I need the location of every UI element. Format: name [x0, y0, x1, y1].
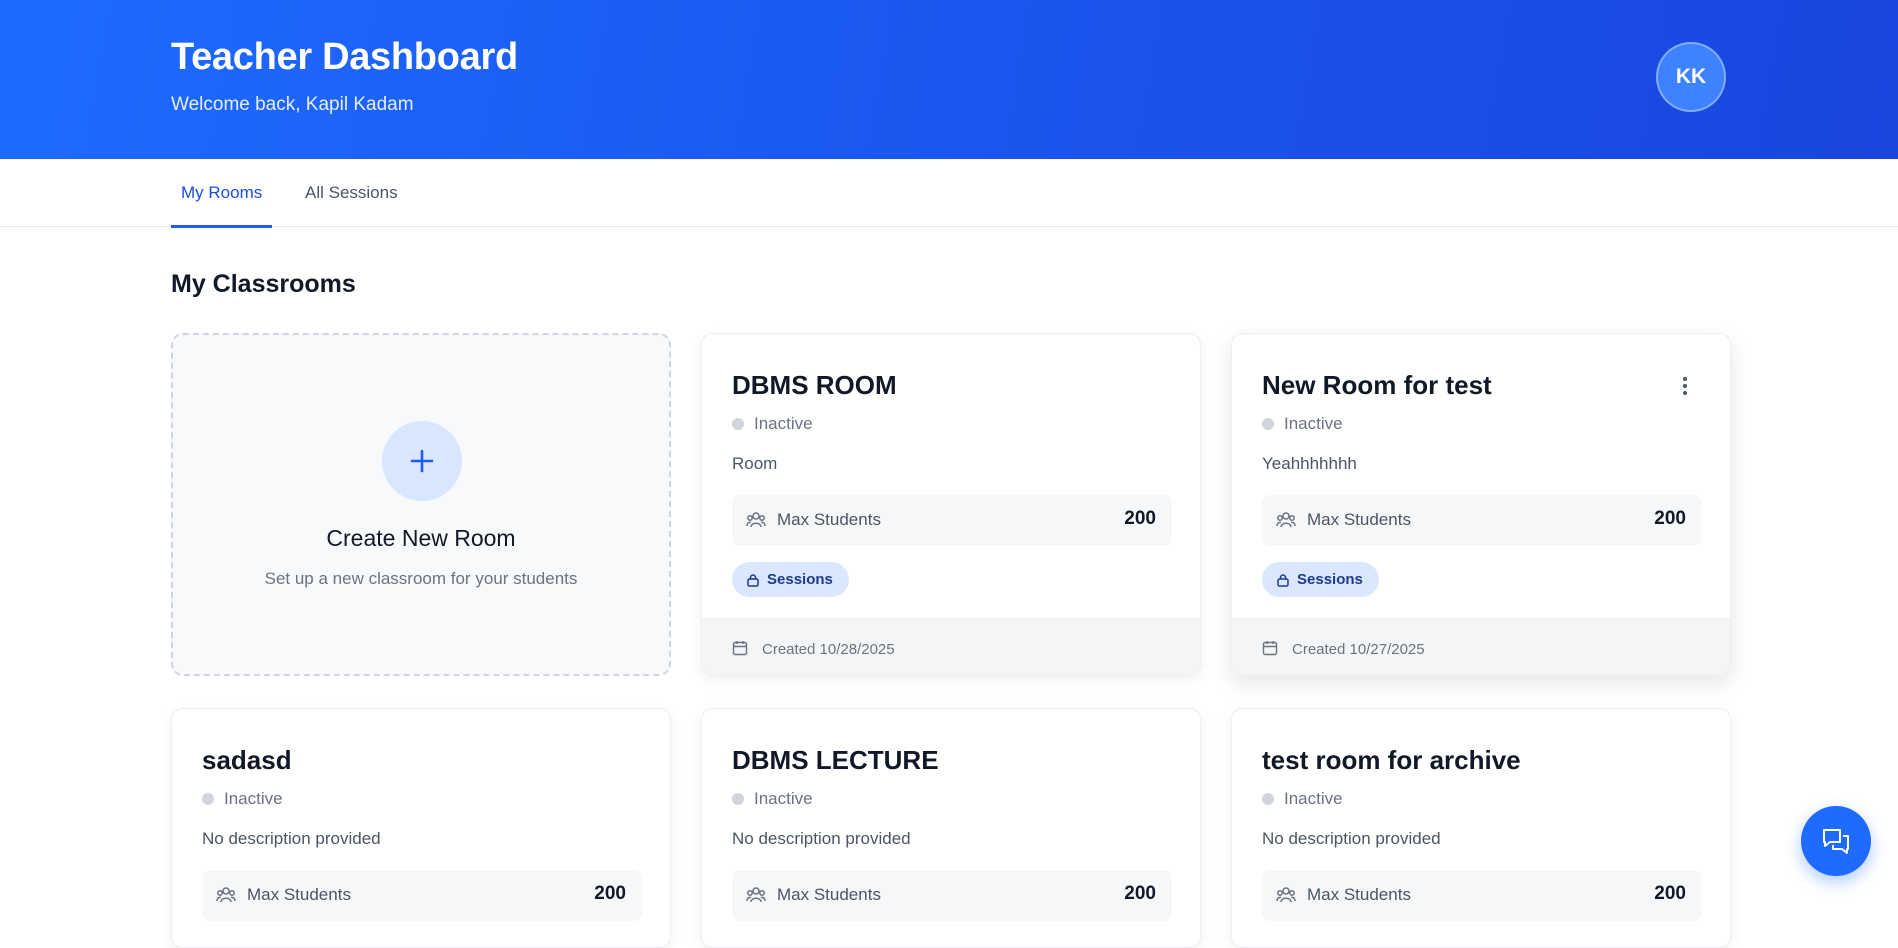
room-status: Inactive	[202, 789, 283, 809]
stat-value: 200	[1124, 508, 1156, 529]
status-dot	[732, 418, 744, 430]
sessions-tag-label: Sessions	[1297, 571, 1363, 588]
card-footer: Created 10/27/2025	[1232, 618, 1730, 675]
create-room-title: Create New Room	[326, 525, 516, 551]
max-students-stat: Max Students 200	[1262, 495, 1702, 546]
created-date: Created 10/28/2025	[762, 641, 895, 658]
calendar-icon	[1262, 640, 1278, 661]
room-card[interactable]: test room for archive Inactive No descri…	[1231, 708, 1731, 948]
room-description: Yeahhhhhhh	[1262, 454, 1357, 473]
stat-value: 200	[1654, 883, 1686, 904]
lock-icon	[747, 573, 759, 587]
sessions-tag[interactable]: Sessions	[1262, 562, 1379, 597]
stat-label: Max Students	[1307, 510, 1411, 529]
avatar[interactable]: KK	[1656, 42, 1726, 112]
users-icon	[1276, 511, 1296, 534]
room-description: No description provided	[1262, 829, 1441, 848]
status-dot	[1262, 793, 1274, 805]
status-label: Inactive	[754, 789, 813, 808]
status-dot	[1262, 418, 1274, 430]
room-title: New Room for test	[1262, 370, 1492, 400]
room-title: test room for archive	[1262, 745, 1521, 775]
lock-icon	[1277, 573, 1289, 587]
max-students-stat: Max Students 200	[732, 495, 1172, 546]
room-status: Inactive	[732, 789, 813, 809]
page-title: Teacher Dashboard	[171, 36, 518, 78]
users-icon	[1276, 886, 1296, 909]
tab-my-rooms[interactable]: My Rooms	[171, 159, 273, 228]
section-title: My Classrooms	[171, 270, 356, 298]
room-description: Room	[732, 454, 778, 473]
room-status: Inactive	[732, 414, 813, 434]
stat-label: Max Students	[247, 885, 351, 904]
max-students-stat: Max Students 200	[1262, 870, 1702, 921]
card-footer: Created 10/28/2025	[702, 618, 1200, 675]
status-dot	[202, 793, 214, 805]
room-description: No description provided	[202, 829, 381, 848]
users-icon	[746, 886, 766, 909]
sessions-tag[interactable]: Sessions	[732, 562, 849, 597]
room-description: No description provided	[732, 829, 911, 848]
tab-bar: My Rooms All Sessions	[0, 159, 1898, 228]
welcome-message: Welcome back, Kapil Kadam	[171, 94, 414, 115]
users-icon	[746, 511, 766, 534]
status-label: Inactive	[224, 789, 283, 808]
stat-label: Max Students	[1307, 885, 1411, 904]
calendar-icon	[732, 640, 748, 661]
room-title: DBMS LECTURE	[732, 745, 939, 775]
room-card[interactable]: New Room for test Inactive Yeahhhhhhh Ma…	[1231, 333, 1731, 676]
status-label: Inactive	[1284, 414, 1343, 433]
room-status: Inactive	[1262, 789, 1343, 809]
room-status: Inactive	[1262, 414, 1343, 434]
stat-value: 200	[1654, 508, 1686, 529]
chat-button[interactable]	[1801, 806, 1871, 876]
room-title: DBMS ROOM	[732, 370, 897, 400]
stat-label: Max Students	[777, 510, 881, 529]
kebab-menu-icon[interactable]	[1680, 374, 1690, 398]
max-students-stat: Max Students 200	[732, 870, 1172, 921]
room-title: sadasd	[202, 745, 292, 775]
sessions-tag-label: Sessions	[767, 571, 833, 588]
status-dot	[732, 793, 744, 805]
chat-bubbles-icon	[1823, 829, 1849, 854]
stat-label: Max Students	[777, 885, 881, 904]
create-room-card[interactable]: Create New Room Set up a new classroom f…	[171, 333, 671, 676]
room-card[interactable]: DBMS ROOM Inactive Room Max Students 200…	[701, 333, 1201, 676]
dashboard-header: Teacher Dashboard Welcome back, Kapil Ka…	[0, 0, 1898, 159]
room-card[interactable]: DBMS LECTURE Inactive No description pro…	[701, 708, 1201, 948]
created-date: Created 10/27/2025	[1292, 641, 1425, 658]
users-icon	[216, 886, 236, 909]
stat-value: 200	[1124, 883, 1156, 904]
room-card[interactable]: sadasd Inactive No description provided …	[171, 708, 671, 948]
status-label: Inactive	[754, 414, 813, 433]
stat-value: 200	[594, 883, 626, 904]
create-room-description: Set up a new classroom for your students	[264, 569, 578, 588]
tab-all-sessions[interactable]: All Sessions	[305, 159, 398, 227]
max-students-stat: Max Students 200	[202, 870, 642, 921]
status-label: Inactive	[1284, 789, 1343, 808]
plus-icon	[382, 421, 462, 501]
